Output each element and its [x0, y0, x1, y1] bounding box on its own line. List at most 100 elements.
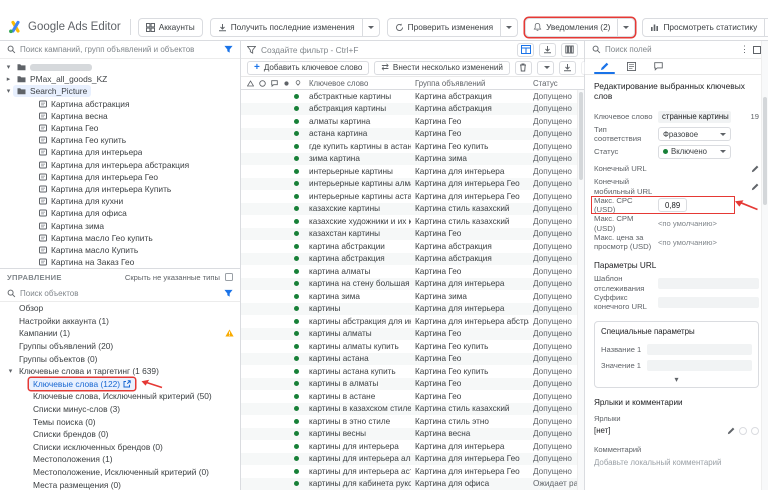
get-changes-button[interactable]: Получить последние изменения	[210, 18, 380, 37]
table-row[interactable]: картины в астане Картина Гео Допущено	[241, 390, 584, 403]
status-circle-icon[interactable]	[259, 80, 266, 87]
export-button[interactable]	[539, 43, 556, 57]
filter-icon[interactable]	[224, 45, 233, 54]
table-row[interactable]: интерьерные картины алматы Картина для и…	[241, 178, 584, 191]
table-row[interactable]: алматы картина Картина Гео Допущено	[241, 115, 584, 128]
idea-icon[interactable]	[295, 80, 301, 87]
accounts-button[interactable]: Аккаунты	[138, 18, 203, 37]
find-replace-button[interactable]	[537, 61, 554, 75]
management-item[interactable]: Списки исключенных брендов (0)	[0, 441, 240, 454]
table-row[interactable]: астана картина Картина Гео Допущено	[241, 128, 584, 141]
pencil-icon[interactable]	[727, 427, 735, 435]
final-url-suffix-input[interactable]	[658, 297, 759, 308]
management-item[interactable]: Группы объектов (0)	[0, 352, 240, 365]
external-link-icon[interactable]	[123, 380, 131, 388]
table-row[interactable]: картины в алматы Картина Гео Допущено	[241, 378, 584, 391]
download-selection-button[interactable]	[559, 61, 576, 75]
tree-item[interactable]: Картина масло Купить	[0, 244, 240, 256]
filter-icon[interactable]	[224, 289, 233, 298]
table-row[interactable]: картины для интерьера алматы Картина для…	[241, 453, 584, 466]
table-row[interactable]: картина абстракция Картина абстракция До…	[241, 253, 584, 266]
tree-item[interactable]: Картина для интерьера Гео	[0, 171, 240, 183]
tree-item[interactable]: Картина для интерьера Купить	[0, 183, 240, 195]
tree-item[interactable]: Search_Picture	[0, 85, 240, 97]
table-row[interactable]: картины астана купить Картина Гео купить…	[241, 365, 584, 378]
view-stats-button[interactable]: Просмотреть статистику	[642, 18, 768, 37]
columns-button[interactable]	[561, 43, 578, 57]
notifications-button[interactable]: Уведомления (2)	[525, 18, 635, 37]
management-item[interactable]: Списки минус-слов (3)	[0, 403, 240, 416]
tab-comments[interactable]	[645, 62, 672, 74]
table-row[interactable]: картины астана Картина Гео Допущено	[241, 353, 584, 366]
table-row[interactable]: абстракция картины Картина абстракция До…	[241, 103, 584, 116]
management-item[interactable]: Ключевые слова и таргетинг (1 639)	[0, 365, 240, 378]
tree-item[interactable]: Картина Гео	[0, 122, 240, 134]
tab-edit[interactable]	[591, 62, 618, 74]
comment-input[interactable]: Добавьте локальный комментарий	[594, 458, 759, 467]
expand-arrow-icon[interactable]	[4, 63, 13, 71]
add-keyword-button[interactable]: + Добавить ключевое слово	[247, 61, 369, 75]
alert-triangle-icon[interactable]	[247, 80, 254, 87]
table-row[interactable]: картины алматы Картина Гео Допущено	[241, 328, 584, 341]
tree-item[interactable]: Картина на Заказ Гео	[0, 256, 240, 268]
management-item[interactable]: Ключевые слова (122)	[0, 378, 240, 391]
table-row[interactable]: картины для кабинета руководителя Картин…	[241, 478, 584, 490]
tree-item[interactable]: Картина для офиса	[0, 207, 240, 219]
hide-types-checkbox[interactable]	[225, 273, 233, 281]
management-item[interactable]: Списки брендов (0)	[0, 428, 240, 441]
table-row[interactable]: картины весны Картина весна Допущено	[241, 428, 584, 441]
table-row[interactable]: картины для интерьера астана Картина для…	[241, 465, 584, 478]
expand-arrow-icon[interactable]	[4, 87, 13, 95]
table-row[interactable]: где купить картины в астане Картина Гео …	[241, 140, 584, 153]
keyword-value[interactable]: странные картины	[658, 111, 731, 123]
notifications-dropdown[interactable]	[617, 19, 634, 36]
table-row[interactable]: картины для интерьера Картина для интерь…	[241, 440, 584, 453]
tree-item[interactable]: Картина абстракция	[0, 98, 240, 110]
table-row[interactable]: казахские картины Картина стиль казахски…	[241, 203, 584, 216]
table-scrollbar-thumb[interactable]	[579, 92, 583, 180]
panel-scrollbar-thumb[interactable]	[763, 97, 767, 205]
get-changes-dropdown[interactable]	[362, 19, 379, 36]
max-cpm-value[interactable]: <по умолчанию>	[658, 219, 717, 228]
tree-item[interactable]: Картина весна	[0, 110, 240, 122]
management-item[interactable]: Ключевые слова, Исключенный критерий (50…	[0, 390, 240, 403]
tree-item[interactable]: Картина масло Гео купить	[0, 232, 240, 244]
table-row[interactable]: казахские художники и их картины Картина…	[241, 215, 584, 228]
management-item[interactable]: Кампании (1)	[0, 327, 240, 340]
panel-layout-icon[interactable]	[753, 46, 761, 54]
expand-more-icon[interactable]: ▾	[601, 373, 752, 385]
max-cpv-value[interactable]: <по умолчанию>	[658, 238, 717, 247]
check-changes-button[interactable]: Проверить изменения	[387, 18, 518, 37]
add-label-icon[interactable]	[739, 427, 747, 435]
table-row[interactable]: зима картина Картина зима Допущено	[241, 153, 584, 166]
table-row[interactable]: картины алматы купить Картина Гео купить…	[241, 340, 584, 353]
field-search-input[interactable]	[605, 45, 736, 54]
table-row[interactable]: абстрактные картины Картина абстракция Д…	[241, 90, 584, 103]
tree-item[interactable]: Account	[0, 61, 240, 73]
tree-item[interactable]: PMax_all_goods_KZ	[0, 73, 240, 85]
pencil-icon[interactable]	[751, 183, 759, 191]
max-cpc-input[interactable]: 0,89	[658, 198, 687, 212]
column-header-ad-group[interactable]: Группа объявлений	[411, 79, 529, 88]
table-row[interactable]: казахстан картины Картина Гео Допущено	[241, 228, 584, 241]
kebab-menu-icon[interactable]: ⋮	[740, 44, 749, 55]
table-row[interactable]: картины в этно стиле Картина стиль этно …	[241, 415, 584, 428]
table-row[interactable]: картины в казахском стиле Картина стиль …	[241, 403, 584, 416]
keyword-status-dot-icon[interactable]	[283, 80, 290, 87]
table-view-button[interactable]	[517, 43, 534, 57]
management-item[interactable]: Места размещения (0)	[0, 478, 240, 490]
match-type-select[interactable]: Фразовое	[658, 127, 731, 141]
table-row[interactable]: картина на стену большая Картина для инт…	[241, 278, 584, 291]
tree-item[interactable]: Картина для интерьера	[0, 146, 240, 158]
panel-scrollbar[interactable]	[761, 41, 768, 490]
view-stats-dropdown[interactable]	[764, 19, 768, 36]
management-item[interactable]: Группы объявлений (20)	[0, 340, 240, 353]
object-search-input[interactable]	[20, 289, 220, 298]
management-item[interactable]: Обзор	[0, 302, 240, 315]
tab-attributes[interactable]	[618, 62, 645, 74]
management-item[interactable]: Местоположение, Исключенный критерий (0)	[0, 466, 240, 479]
expand-arrow-icon[interactable]	[4, 75, 13, 83]
pencil-icon[interactable]	[751, 165, 759, 173]
expand-arrow-icon[interactable]	[6, 367, 15, 375]
tracking-template-input[interactable]	[658, 278, 759, 289]
